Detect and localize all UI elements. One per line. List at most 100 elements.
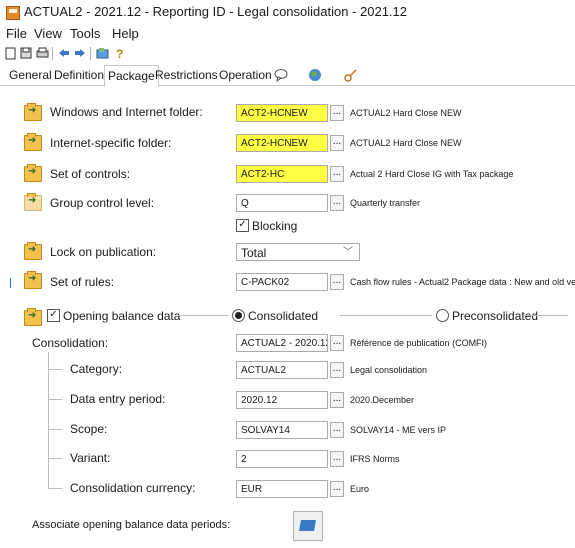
opening-balance-label: Opening balance data bbox=[63, 309, 181, 323]
consolidation-desc: Référence de publication (COMFI) bbox=[350, 338, 488, 348]
windows-folder-desc: ACTUAL2 Hard Close NEW bbox=[350, 108, 462, 118]
windows-folder-label: Windows and Internet folder: bbox=[50, 105, 203, 119]
category-browse-button[interactable]: ... bbox=[330, 362, 344, 378]
lock-label: Lock on publication: bbox=[50, 245, 157, 259]
opening-balance-checkbox[interactable]: ✓ bbox=[47, 309, 60, 322]
currency-desc: Euro bbox=[350, 484, 370, 494]
focus-marker bbox=[10, 278, 11, 288]
tree-connector bbox=[48, 352, 49, 488]
key-icon[interactable] bbox=[344, 68, 358, 82]
app-icon bbox=[6, 6, 20, 20]
tree-branch bbox=[48, 369, 62, 370]
consolidation-field[interactable]: ACTUAL2 - 2020.12 - S bbox=[236, 334, 328, 352]
associate-periods-button[interactable] bbox=[293, 511, 323, 541]
rules-desc: Cash flow rules - Actual2 Package data :… bbox=[350, 277, 575, 287]
period-field[interactable]: 2020.12 bbox=[236, 391, 328, 409]
back-arrow-icon[interactable] bbox=[57, 46, 71, 60]
menu-tools[interactable]: Tools bbox=[70, 26, 100, 41]
blocking-checkbox[interactable]: ✓ bbox=[236, 219, 249, 232]
menu-view[interactable]: View bbox=[34, 26, 62, 41]
tree-branch bbox=[48, 488, 62, 489]
folder-icon[interactable] bbox=[24, 271, 42, 289]
toolbar-separator bbox=[90, 47, 91, 60]
category-label: Category: bbox=[70, 362, 123, 376]
variant-browse-button[interactable]: ... bbox=[330, 451, 344, 467]
variant-desc: IFRS Norms bbox=[350, 454, 400, 464]
tree-branch bbox=[48, 399, 62, 400]
group-control-desc: Quarterly transfer bbox=[350, 198, 421, 208]
tab-operation[interactable]: Operation bbox=[216, 67, 275, 84]
folder-icon bbox=[24, 193, 42, 211]
controls-browse-button[interactable]: ... bbox=[330, 166, 344, 182]
category-field[interactable]: ACTUAL2 bbox=[236, 361, 328, 379]
windows-folder-field[interactable]: ACT2-HCNEW bbox=[236, 104, 328, 122]
help-icon[interactable]: ? bbox=[113, 46, 127, 60]
preconsolidated-label: Preconsolidated bbox=[452, 309, 539, 323]
scope-label: Scope: bbox=[70, 422, 108, 436]
forward-arrow-icon[interactable] bbox=[73, 46, 87, 60]
group-control-label: Group control level: bbox=[50, 196, 155, 210]
print-icon[interactable] bbox=[35, 46, 49, 60]
rules-field[interactable]: C-PACK02 bbox=[236, 273, 328, 291]
tab-restrictions[interactable]: Restrictions bbox=[152, 67, 221, 84]
consolidated-radio[interactable] bbox=[232, 309, 245, 322]
divider bbox=[340, 315, 432, 316]
group-control-field[interactable]: Q bbox=[236, 194, 328, 212]
rules-browse-button[interactable]: ... bbox=[330, 274, 344, 290]
new-document-icon[interactable] bbox=[4, 46, 18, 60]
preconsolidated-radio[interactable] bbox=[436, 309, 449, 322]
controls-field[interactable]: ACT2-HC bbox=[236, 165, 328, 183]
category-desc: Legal consolidation bbox=[350, 365, 428, 375]
period-browse-button[interactable]: ... bbox=[330, 392, 344, 408]
folder-icon[interactable] bbox=[24, 133, 42, 151]
variant-label: Variant: bbox=[70, 451, 111, 465]
chevron-down-icon: ﹀ bbox=[343, 247, 353, 258]
lock-select[interactable]: Total ﹀ bbox=[236, 243, 360, 261]
menu-help[interactable]: Help bbox=[112, 26, 139, 41]
controls-label: Set of controls: bbox=[50, 167, 131, 181]
blocking-label: Blocking bbox=[252, 219, 298, 233]
package-icon[interactable] bbox=[95, 46, 109, 60]
tab-package[interactable]: Package bbox=[104, 65, 159, 87]
divider bbox=[178, 315, 228, 316]
associate-label: Associate opening balance data periods: bbox=[32, 519, 231, 531]
internet-folder-browse-button[interactable]: ... bbox=[330, 135, 344, 151]
tab-definition[interactable]: Definition bbox=[51, 67, 107, 84]
scope-field[interactable]: SOLVAY14 bbox=[236, 421, 328, 439]
menu-bar: File View Tools Help bbox=[0, 25, 575, 43]
consolidated-label: Consolidated bbox=[248, 309, 319, 323]
globe-icon[interactable] bbox=[308, 68, 322, 82]
svg-text:?: ? bbox=[116, 47, 123, 59]
currency-browse-button[interactable]: ... bbox=[330, 481, 344, 497]
period-label: Data entry period: bbox=[70, 392, 166, 406]
window-title: ACTUAL2 - 2021.12 - Reporting ID - Legal… bbox=[24, 4, 407, 19]
folder-icon[interactable] bbox=[24, 164, 42, 182]
consolidation-label: Consolidation: bbox=[32, 336, 109, 350]
folder-icon[interactable] bbox=[24, 308, 42, 326]
tab-bar: General Definition Package Restrictions … bbox=[0, 65, 575, 87]
internet-folder-field[interactable]: ACT2-HCNEW bbox=[236, 134, 328, 152]
lock-value: Total bbox=[241, 246, 267, 260]
group-control-browse-button[interactable]: ... bbox=[330, 195, 344, 211]
currency-field[interactable]: EUR bbox=[236, 480, 328, 498]
windows-folder-browse-button[interactable]: ... bbox=[330, 105, 344, 121]
scope-browse-button[interactable]: ... bbox=[330, 422, 344, 438]
period-desc: 2020.December bbox=[350, 395, 415, 405]
currency-label: Consolidation currency: bbox=[70, 481, 196, 495]
comment-icon[interactable] bbox=[274, 68, 288, 83]
title-bar: ACTUAL2 - 2021.12 - Reporting ID - Legal… bbox=[0, 0, 575, 24]
controls-desc: Actual 2 Hard Close IG with Tax package bbox=[350, 169, 514, 179]
variant-field[interactable]: 2 bbox=[236, 450, 328, 468]
tab-general[interactable]: General bbox=[6, 67, 55, 84]
internet-folder-label: Internet-specific folder: bbox=[50, 136, 172, 150]
consolidation-browse-button[interactable]: ... bbox=[330, 335, 344, 351]
folder-icon[interactable] bbox=[24, 242, 42, 260]
menu-file[interactable]: File bbox=[6, 26, 27, 41]
folder-icon[interactable] bbox=[24, 103, 42, 121]
rules-label: Set of rules: bbox=[50, 275, 115, 289]
scope-desc: SOLVAY14 - ME vers IP bbox=[350, 425, 447, 435]
save-icon[interactable] bbox=[19, 46, 33, 60]
toolbar-separator bbox=[52, 47, 53, 60]
divider bbox=[524, 315, 568, 316]
internet-folder-desc: ACTUAL2 Hard Close NEW bbox=[350, 138, 462, 148]
